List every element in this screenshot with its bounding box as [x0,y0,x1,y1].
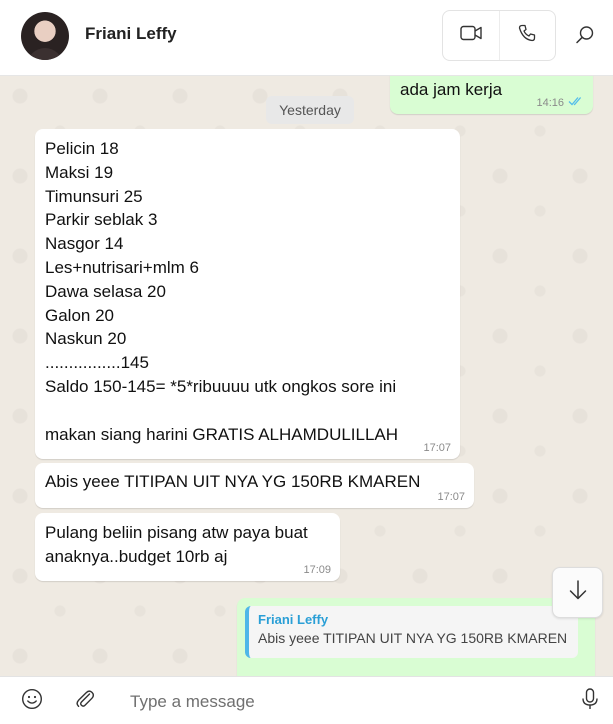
incoming-message[interactable]: Pelicin 18 Maksi 19 Timunsuri 25 Parkir … [35,129,460,459]
read-ticks-icon [568,96,584,109]
message-line: Maksi 19 [45,162,114,182]
message-time: 14:16 [536,96,564,109]
date-separator: Yesterday [266,96,354,124]
message-line: Parkir seblak 3 [45,210,158,230]
video-call-icon [460,25,482,46]
message-meta: 17:07 [437,491,465,503]
emoji-icon [21,688,43,715]
message-text: Abis yeee TITIPAN UIT NYA YG 150RB KMARE… [45,472,421,491]
message-input[interactable] [128,685,552,719]
incoming-message[interactable]: Pulang beliin pisang atw paya buat anakn… [35,513,340,581]
chat-header: Friani Leffy [0,0,613,76]
message-line: makan siang harini GRATIS ALHAMDULILLAH [45,424,399,444]
message-line: Pelicin 18 [45,139,119,158]
voice-message-button[interactable] [578,687,602,715]
call-button-group [442,10,556,61]
message-line: anaknya..budget 10rb aj [45,546,228,566]
message-meta: 14:16 [536,96,584,109]
message-meta: 17:07 [423,442,451,454]
message-list[interactable]: ada jam kerja 14:16 Yesterday Pelicin 18… [0,76,613,676]
message-line [45,399,460,423]
message-time: 17:07 [437,491,465,503]
quoted-message[interactable]: Friani Leffy Abis yeee TITIPAN UIT NYA Y… [245,606,578,658]
message-line: Timunsuri 25 [45,186,143,206]
message-line: Pulang beliin pisang atw paya buat [45,523,308,542]
message-time: 17:09 [303,564,331,576]
incoming-message[interactable]: Abis yeee TITIPAN UIT NYA YG 150RB KMARE… [35,463,474,508]
voice-call-button[interactable] [498,11,556,60]
contact-name[interactable]: Friani Leffy [85,24,177,44]
attach-button[interactable] [73,689,97,713]
message-text: ada jam kerja [400,80,503,99]
message-line: Dawa selasa 20 [45,281,166,301]
video-call-button[interactable] [443,11,499,60]
search-icon [575,25,595,50]
message-line: Saldo 150-145= *5*ribuuuu utk ongkos sor… [45,376,397,396]
message-meta: 17:09 [303,564,331,576]
message-composer [0,676,613,724]
paperclip-icon [74,688,96,715]
message-time: 17:07 [423,442,451,454]
emoji-button[interactable] [20,688,44,715]
quoted-author: Friani Leffy [258,612,329,627]
message-line: Galon 20 [45,305,114,325]
outgoing-message[interactable]: ada jam kerja 14:16 [390,76,593,114]
microphone-icon [581,687,599,715]
arrow-down-icon [568,579,588,606]
outgoing-reply-message[interactable]: Friani Leffy Abis yeee TITIPAN UIT NYA Y… [237,598,595,676]
message-line: Les+nutrisari+mlm 6 [45,257,200,277]
voice-call-icon [518,24,536,47]
message-line: Naskun 20 [45,329,127,349]
scroll-to-bottom-button[interactable] [552,567,603,618]
message-line: Nasgor 14 [45,234,124,254]
message-line: ................145 [45,353,149,373]
contact-avatar[interactable] [21,12,69,60]
quoted-text: Abis yeee TITIPAN UIT NYA YG 150RB KMARE… [258,630,568,646]
search-button[interactable] [572,24,598,50]
